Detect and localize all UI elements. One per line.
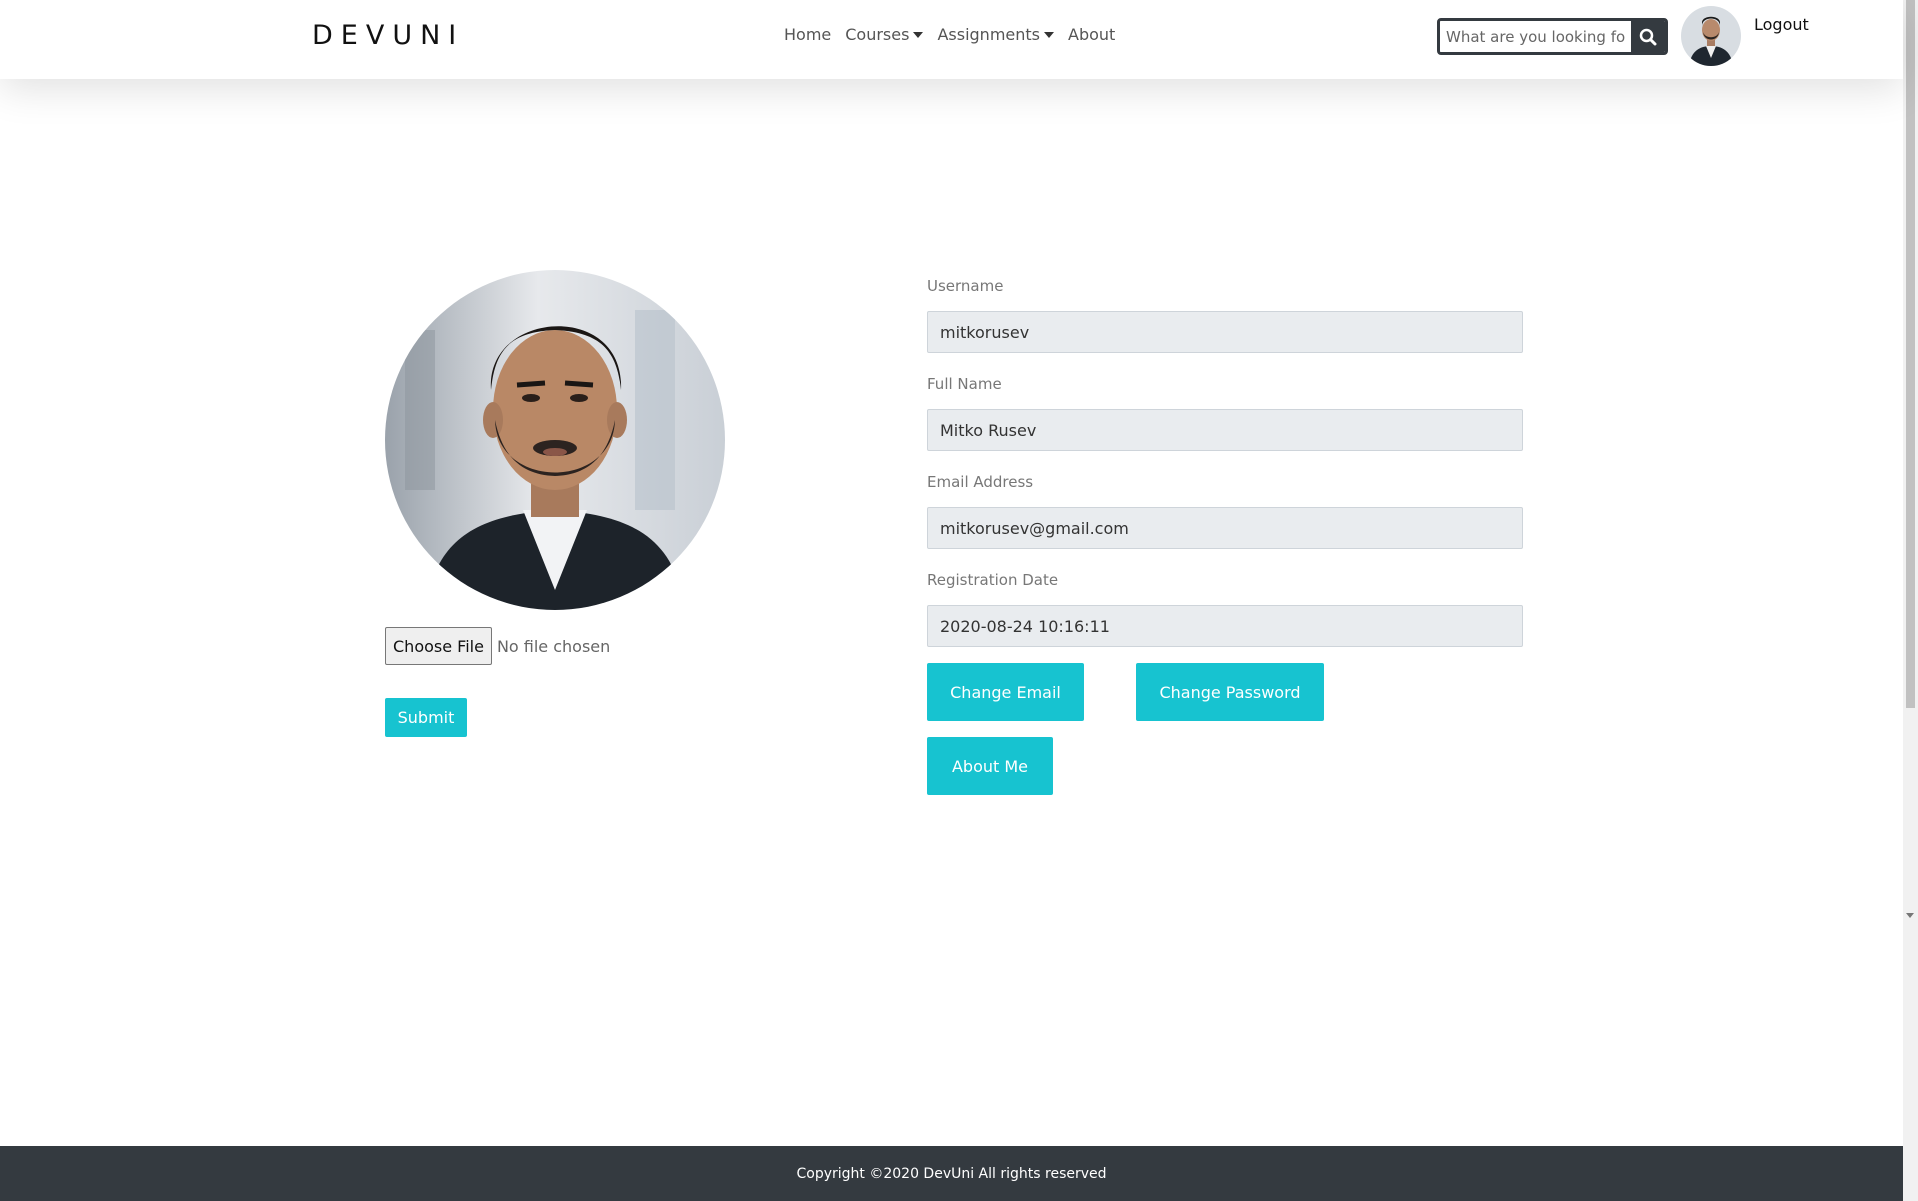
- search-form: [1437, 18, 1668, 55]
- nav-assignments-label: Assignments: [937, 25, 1040, 44]
- email-field[interactable]: mitkorusev@gmail.com: [927, 507, 1523, 549]
- avatar[interactable]: [1681, 6, 1741, 66]
- search-button[interactable]: [1631, 21, 1665, 52]
- copyright-text: Copyright ©2020 DevUni All rights reserv…: [796, 1165, 1107, 1182]
- file-upload: Choose File No file chosen: [385, 627, 610, 665]
- scrollbar-thumb[interactable]: [1906, 0, 1915, 708]
- scroll-down-icon[interactable]: [1906, 913, 1914, 918]
- change-email-button[interactable]: Change Email: [927, 663, 1084, 721]
- nav-home[interactable]: Home: [784, 25, 831, 44]
- choose-file-button[interactable]: Choose File: [385, 627, 492, 665]
- nav-courses-dropdown[interactable]: Courses: [845, 25, 924, 44]
- scrollbar[interactable]: [1903, 0, 1918, 1201]
- about-me-button[interactable]: About Me: [927, 737, 1053, 795]
- username-label: Username: [927, 277, 1004, 295]
- registration-date-field[interactable]: 2020-08-24 10:16:11: [927, 605, 1523, 647]
- logout-link[interactable]: Logout: [1754, 15, 1809, 34]
- brand-logo[interactable]: DEVUNI: [312, 20, 464, 51]
- email-label: Email Address: [927, 473, 1034, 491]
- search-icon: [1639, 28, 1657, 45]
- full-name-field[interactable]: Mitko Rusev: [927, 409, 1523, 451]
- nav-home-label: Home: [784, 25, 832, 44]
- footer: Copyright ©2020 DevUni All rights reserv…: [0, 1146, 1903, 1201]
- caret-down-icon: [913, 31, 924, 38]
- submit-button[interactable]: Submit: [385, 698, 467, 737]
- avatar-image: [1681, 6, 1741, 66]
- caret-down-icon: [1044, 31, 1054, 38]
- nav-about[interactable]: About: [1068, 25, 1115, 44]
- file-status: No file chosen: [496, 636, 611, 656]
- profile-image: [385, 270, 725, 610]
- nav-links: Home Courses Assignments About: [784, 25, 1129, 44]
- full-name-label: Full Name: [927, 375, 1002, 393]
- nav-about-label: About: [1068, 25, 1116, 44]
- nav-courses-label: Courses: [845, 25, 910, 44]
- username-field[interactable]: mitkorusev: [927, 311, 1523, 353]
- registration-date-label: Registration Date: [927, 571, 1059, 589]
- change-password-button[interactable]: Change Password: [1136, 663, 1324, 721]
- profile-photo: [385, 270, 725, 610]
- nav-assignments-dropdown[interactable]: Assignments: [937, 25, 1054, 44]
- search-input[interactable]: [1440, 21, 1631, 52]
- navbar: DEVUNI Home Courses Assignments About Lo…: [0, 0, 1903, 79]
